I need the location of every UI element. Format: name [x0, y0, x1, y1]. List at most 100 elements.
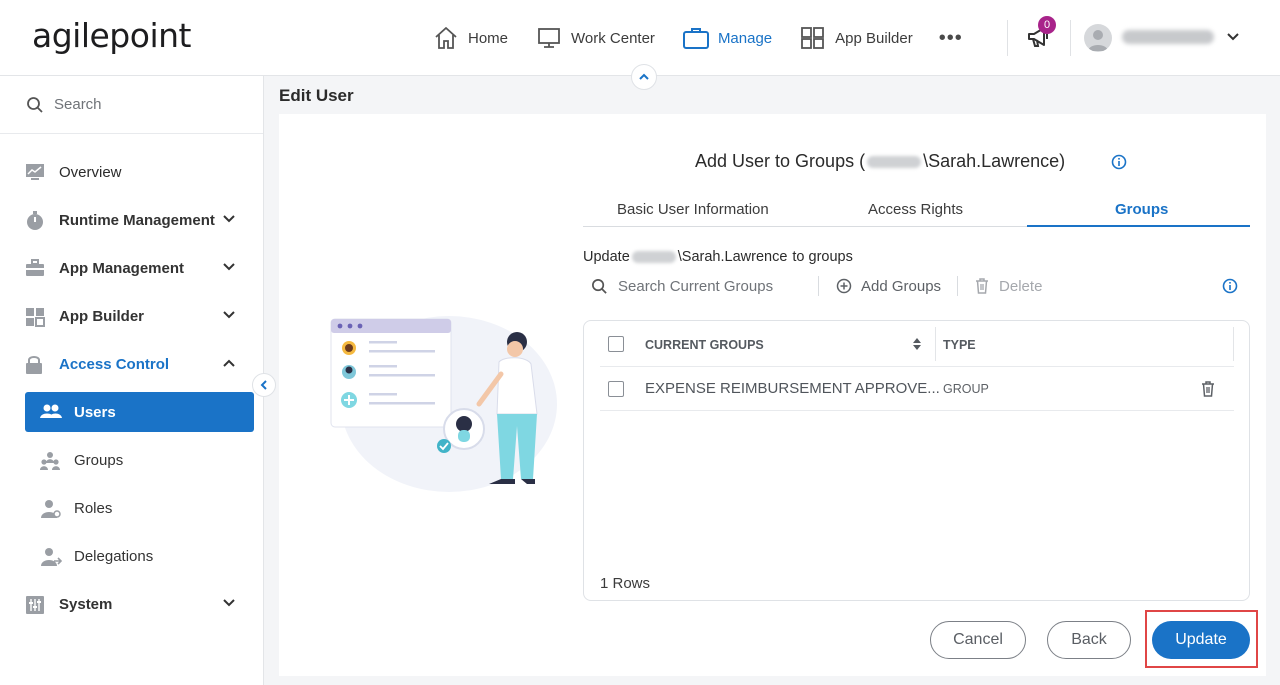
- user-avatar[interactable]: [1084, 24, 1112, 52]
- stopwatch-icon: [27, 211, 43, 230]
- back-button[interactable]: Back: [1047, 621, 1131, 659]
- trash-icon[interactable]: [1201, 381, 1215, 397]
- header-divider: [1007, 20, 1008, 56]
- nav-manage-label: Manage: [717, 29, 773, 47]
- sidebar-item-users[interactable]: Users: [25, 392, 254, 432]
- tab-bar: Basic User Information Access Rights Gro…: [583, 194, 1250, 227]
- column-separator[interactable]: [935, 327, 936, 361]
- table-row[interactable]: EXPENSE REIMBURSEMENT APPROVE... GROUP: [600, 367, 1234, 411]
- toolbar-divider: [818, 276, 819, 296]
- nav-home[interactable]: Home: [433, 26, 508, 50]
- toolbar-divider: [957, 276, 959, 296]
- nav-app-builder-label: App Builder: [835, 29, 913, 47]
- delegate-icon: [41, 548, 62, 566]
- chevron-down-icon[interactable]: [1226, 32, 1240, 42]
- user-name-redacted[interactable]: [1122, 30, 1214, 44]
- edit-user-panel: Add User to Groups ( \Sarah.Lawrence) Ba…: [279, 114, 1266, 676]
- select-all-checkbox[interactable]: [608, 336, 624, 352]
- search-current-groups[interactable]: Search Current Groups: [591, 278, 818, 295]
- update-suffix: to groups: [792, 249, 853, 265]
- sidebar-item-roles[interactable]: Roles: [0, 488, 263, 528]
- users-icon: [40, 404, 62, 418]
- chevron-left-icon: [260, 380, 267, 390]
- monitor-icon: [538, 28, 560, 48]
- delete-button[interactable]: Delete: [975, 278, 1042, 295]
- chart-icon: [26, 164, 44, 180]
- page-title: Edit User: [279, 86, 354, 105]
- dialog-title-user: \Sarah.Lawrence): [923, 151, 1066, 171]
- user-key-icon: [41, 500, 61, 518]
- toolbox-icon: [26, 259, 44, 276]
- sidebar-item-access-control[interactable]: Access Control: [0, 344, 263, 384]
- update-prefix: Update: [583, 249, 630, 265]
- briefcase-icon: [682, 28, 709, 49]
- more-menu-button[interactable]: •••: [939, 27, 963, 50]
- search-current-groups-placeholder: Search Current Groups: [618, 277, 774, 295]
- active-tab-indicator: [1027, 225, 1250, 227]
- sidebar-item-label: Access Control: [59, 355, 170, 373]
- chevron-down-icon[interactable]: [222, 262, 236, 272]
- current-groups-table: CURRENT GROUPS TYPE EXPENSE REIMBURSEMEN…: [583, 320, 1250, 601]
- chevron-down-icon[interactable]: [222, 214, 236, 224]
- domain-redacted: [867, 155, 922, 168]
- column-separator[interactable]: [1233, 327, 1234, 361]
- column-current-groups[interactable]: CURRENT GROUPS: [645, 338, 764, 352]
- header-divider-2: [1070, 20, 1071, 56]
- sidebar-item-label: Runtime Management: [59, 211, 215, 229]
- tab-basic-user-information[interactable]: Basic User Information: [617, 201, 769, 218]
- grid-icon: [26, 308, 45, 327]
- plus-circle-icon: [836, 278, 852, 294]
- sidebar-item-label: Roles: [74, 499, 113, 517]
- sidebar-item-label: Delegations: [74, 547, 154, 565]
- sidebar-item-label: Overview: [59, 163, 122, 181]
- rows-count: 1 Rows: [600, 575, 651, 592]
- update-description: Update \Sarah.Lawrence to groups: [583, 249, 853, 265]
- sidebar-item-label: System: [59, 595, 113, 613]
- sidebar-item-label: Users: [74, 403, 116, 421]
- sidebar-item-delegations[interactable]: Delegations: [0, 536, 263, 576]
- agilepoint-logo[interactable]: agilepoint: [32, 16, 191, 55]
- collapse-sidebar-button[interactable]: [252, 373, 276, 397]
- update-button-highlight: [1145, 610, 1258, 668]
- sort-icon[interactable]: [913, 338, 921, 350]
- chevron-down-icon[interactable]: [222, 598, 236, 608]
- info-icon[interactable]: [1111, 154, 1127, 170]
- cancel-button[interactable]: Cancel: [930, 621, 1026, 659]
- row-checkbox[interactable]: [608, 381, 624, 397]
- nav-work-center[interactable]: Work Center: [536, 26, 655, 50]
- nav-manage[interactable]: Manage: [682, 26, 773, 50]
- domain-redacted: [631, 251, 676, 263]
- home-icon: [435, 27, 457, 49]
- info-icon[interactable]: [1222, 278, 1238, 294]
- sidebar-search[interactable]: Search: [0, 76, 263, 134]
- sidebar-item-overview[interactable]: Overview: [0, 152, 263, 192]
- notification-count-badge: 0: [1038, 16, 1056, 34]
- notifications-button[interactable]: 0: [1026, 16, 1056, 55]
- nav-work-center-label: Work Center: [571, 29, 655, 47]
- sidebar-item-label: App Management: [59, 259, 185, 277]
- sidebar-item-groups[interactable]: Groups: [0, 440, 263, 480]
- user-silhouette-icon: [1088, 30, 1108, 51]
- sidebar-item-system[interactable]: System: [0, 584, 263, 624]
- sidebar-item-app-management[interactable]: App Management: [0, 248, 263, 288]
- chevron-up-icon[interactable]: [222, 358, 236, 368]
- delete-label: Delete: [999, 277, 1043, 295]
- tab-access-rights[interactable]: Access Rights: [868, 201, 963, 218]
- collapse-header-button[interactable]: [631, 64, 657, 90]
- sidebar-item-app-builder[interactable]: App Builder: [0, 296, 263, 336]
- column-type[interactable]: TYPE: [943, 338, 976, 352]
- add-groups-label: Add Groups: [861, 277, 942, 295]
- sidebar-item-runtime-management[interactable]: Runtime Management: [0, 200, 263, 240]
- tab-groups[interactable]: Groups: [1115, 201, 1168, 218]
- sliders-icon: [26, 596, 44, 614]
- nav-home-label: Home: [468, 29, 509, 47]
- update-user: \Sarah.Lawrence: [677, 249, 788, 265]
- dialog-title: Add User to Groups ( \Sarah.Lawrence): [695, 151, 1065, 172]
- dialog-title-prefix: Add User to Groups (: [695, 151, 866, 171]
- group-type-cell: GROUP: [943, 382, 989, 396]
- add-groups-button[interactable]: Add Groups: [836, 278, 941, 295]
- nav-app-builder[interactable]: App Builder: [800, 26, 913, 50]
- chevron-down-icon[interactable]: [222, 310, 236, 320]
- sidebar-item-label: Groups: [74, 451, 124, 469]
- grid-icon: [801, 27, 825, 49]
